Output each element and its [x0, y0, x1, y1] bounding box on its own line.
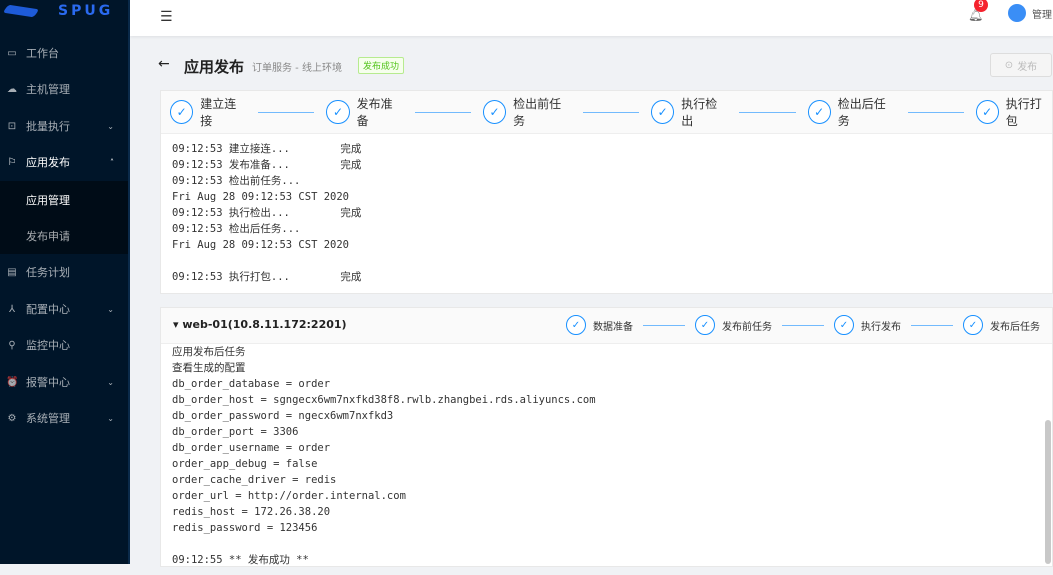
logo: SPUG [0, 0, 128, 22]
check-icon: ✓ [170, 100, 194, 124]
step-connector [258, 111, 315, 113]
step: ✓ 发布准备 [326, 95, 402, 129]
step-label: 执行发布 [861, 321, 901, 333]
step: ✓ 发布后任务 [963, 315, 1040, 335]
avatar[interactable] [1008, 4, 1026, 22]
check-icon: ✓ [695, 315, 715, 335]
sidebar-item-2[interactable]: ⊡ 批量执行 ⌄ [0, 108, 128, 144]
step-label: 检出前任务 [513, 97, 562, 128]
sidebar-item-1[interactable]: ☁ 主机管理 [0, 71, 128, 107]
menu-fold-icon[interactable]: ☰ [160, 9, 173, 25]
host-name[interactable]: ▾ web-01(10.8.11.172:2201) [173, 318, 347, 331]
step-connector [643, 324, 685, 326]
sidebar-item-label: 主机管理 [26, 83, 70, 96]
sidebar-item-label: 报警中心 [26, 376, 70, 389]
chevron-icon: ⌄ [107, 121, 114, 131]
submenu: 应用管理 发布申请 [0, 181, 128, 254]
step-label: 执行检出 [681, 97, 718, 128]
sidebar-item-label: 批量执行 [26, 120, 70, 133]
step: ✓ 发布前任务 [695, 315, 772, 335]
notification-badge: 9 [974, 0, 988, 12]
check-icon: ✓ [482, 100, 507, 124]
sidebar-item-3[interactable]: ⚐ 应用发布 ˄ [0, 144, 128, 180]
check-icon: ✓ [834, 315, 854, 335]
build-log: 09:12:53 建立接连... 完成 09:12:53 发布准备... 完成 … [172, 143, 362, 283]
publish-button[interactable]: ⊙ 发布 [990, 53, 1052, 77]
monitor-icon: ⚲ [8, 339, 16, 351]
sidebar-item-label: 工作台 [26, 47, 59, 60]
check-icon: ✓ [975, 100, 999, 124]
play-circle-icon: ⊙ [1004, 59, 1014, 71]
publish-label: 发布 [1017, 61, 1038, 73]
chevron-icon: ⌄ [107, 377, 114, 387]
step: ✓ 数据准备 [566, 315, 633, 335]
host-steps: ✓ 数据准备 ✓ 发布前任务 ✓ 执行发布 ✓ 发布后任务 [566, 315, 1040, 335]
sidebar-item-4[interactable]: ▤ 任务计划 [0, 254, 128, 290]
logo-icon [2, 4, 40, 18]
terminal-icon: ⊡ [7, 120, 17, 132]
cloud-server-icon: ☁ [7, 83, 17, 95]
sidebar-item-label: 配置中心 [26, 303, 70, 316]
step: ✓ 检出后任务 [807, 95, 896, 129]
sidebar-item-0[interactable]: ▭ 工作台 [0, 35, 128, 71]
sidebar-item-5[interactable]: ⅄ 配置中心 ⌄ [0, 291, 128, 327]
host-log: 应用发布后任务 查看生成的配置 db_order_database = orde… [172, 346, 596, 566]
page-title: 应用发布 [184, 58, 245, 76]
sidebar-item-8[interactable]: ⚙ 系统管理 ⌄ [0, 400, 128, 436]
setting-icon: ⚙ [7, 412, 17, 424]
apartment-icon: ⅄ [8, 303, 16, 315]
sidebar-item-6[interactable]: ⚲ 监控中心 [0, 327, 128, 363]
check-icon: ✓ [963, 315, 983, 335]
back-arrow-icon[interactable]: ← [158, 56, 170, 72]
user-name[interactable]: 管理 [1032, 6, 1052, 21]
chevron-icon: ⌄ [107, 413, 114, 423]
sidebar-item-publish-request[interactable]: 发布申请 [26, 228, 70, 244]
step-connector [782, 324, 824, 326]
step-connector [907, 111, 964, 113]
check-icon: ✓ [326, 100, 350, 124]
step-connector [911, 324, 953, 326]
step-label: 数据准备 [593, 321, 633, 333]
step: ✓ 执行发布 [834, 315, 901, 335]
step: ✓ 执行检出 [651, 95, 727, 129]
sidebar-item-7[interactable]: ⏰ 报警中心 ⌄ [0, 364, 128, 400]
step: ✓ 检出前任务 [482, 95, 571, 129]
logo-text: SPUG [58, 3, 114, 19]
check-icon: ✓ [651, 100, 675, 124]
schedule-icon: ▤ [7, 266, 17, 278]
chevron-icon: ⌄ [107, 304, 114, 314]
host-card: ▾ web-01(10.8.11.172:2201) ✓ 数据准备 ✓ 发布前任务 ✓ 执… [160, 307, 1053, 567]
scrollbar[interactable] [1045, 420, 1051, 564]
build-card: ✓ 建立连接 ✓ 发布准备 ✓ 检出前任务 ✓ 执行检出 ✓ 检出后任务 ✓ 执行打包 09:12:5… [160, 90, 1053, 294]
page-subtitle: 订单服务 - 线上环境 [252, 63, 342, 74]
host-header[interactable]: ▾ web-01(10.8.11.172:2201) ✓ 数据准备 ✓ 发布前任务 ✓ 执… [161, 308, 1052, 344]
host-name-text: web-01(10.8.11.172:2201) [182, 318, 347, 331]
check-icon: ✓ [566, 315, 586, 335]
alarm-icon: ⏰ [6, 376, 19, 388]
status-badge: 发布成功 [358, 57, 405, 74]
desktop-icon: ▭ [7, 47, 17, 59]
sidebar-item-label: 任务计划 [26, 266, 70, 279]
step-connector [739, 111, 796, 113]
header: ☰ 🔔︎ 9 管理 [130, 0, 1053, 36]
step-label: 检出后任务 [837, 97, 886, 128]
step-connector [414, 111, 471, 113]
build-steps: ✓ 建立连接 ✓ 发布准备 ✓ 检出前任务 ✓ 执行检出 ✓ 检出后任务 ✓ 执行打包 [161, 91, 1052, 134]
step-label: 发布准备 [356, 97, 393, 128]
step-label: 执行打包 [1005, 97, 1042, 128]
step-connector [582, 111, 640, 113]
step: ✓ 建立连接 [170, 95, 246, 129]
sidebar-item-label: 应用发布 [26, 156, 70, 169]
sidebar-item-label: 监控中心 [26, 339, 70, 352]
step-label: 建立连接 [200, 97, 237, 128]
step: ✓ 执行打包 [975, 95, 1052, 129]
flag-icon: ⚐ [7, 156, 17, 168]
sidebar-item-app-manage[interactable]: 应用管理 [26, 192, 70, 208]
sidebar-item-label: 系统管理 [26, 412, 70, 425]
chevron-icon: ˄ [110, 157, 114, 167]
check-icon: ✓ [807, 100, 831, 124]
step-label: 发布前任务 [722, 321, 772, 333]
sidebar: SPUG 应用管理 发布申请 ▭ 工作台 ☁ 主机管理 ⊡ 批量执行 ⌄ ⚐ 应用发布 ˄ ▤ 任务计… [0, 0, 130, 564]
step-label: 发布后任务 [990, 321, 1040, 333]
